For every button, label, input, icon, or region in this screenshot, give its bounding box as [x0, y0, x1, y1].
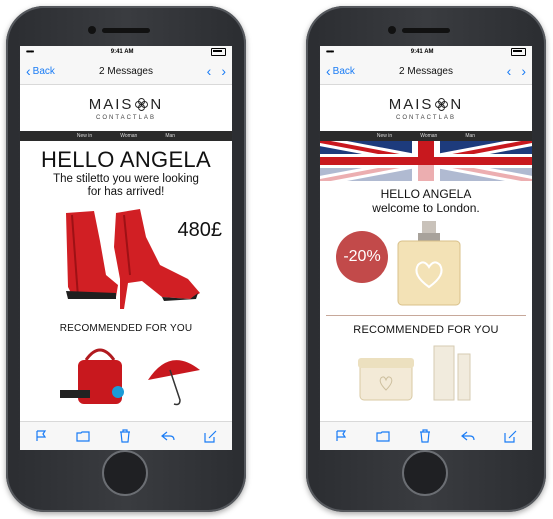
brand-sub: CONTACTLAB [96, 114, 156, 121]
signal-indicator: ••••• [26, 48, 34, 56]
menu-item-woman[interactable]: Woman [120, 133, 137, 139]
flag-icon[interactable] [35, 430, 47, 442]
brand-logo: MAIS N CONTACTLAB [20, 85, 232, 131]
discount-badge: -20% [336, 231, 388, 283]
reply-icon[interactable] [460, 430, 475, 442]
email-content-left: HELLO ANGELA The stiletto you were looki… [20, 141, 232, 409]
headline: HELLO ANGELA [41, 147, 211, 172]
subline: welcome to London. [372, 201, 480, 215]
chevron-down-icon[interactable]: › [221, 63, 226, 79]
menu-item-new-in[interactable]: New in [77, 133, 92, 139]
red-shoes-image [66, 209, 200, 309]
brand-name-left: MAIS [388, 95, 434, 113]
compose-icon[interactable] [204, 430, 217, 443]
divider [326, 315, 526, 316]
recommended-products [60, 348, 200, 406]
red-umbrella-icon [148, 360, 200, 406]
brand-name-left: MAIS [88, 95, 134, 113]
cream-jar-icon [358, 358, 414, 401]
menu-item-man[interactable]: Man [165, 133, 175, 139]
flag-icon[interactable] [335, 430, 347, 442]
lotion-tube-icon [433, 345, 471, 401]
brand-logo: MAIS N CONTACTLAB [320, 85, 532, 131]
trash-icon[interactable] [419, 429, 431, 443]
message: The stiletto you were looking for has ar… [53, 173, 199, 198]
nav-bar: ‹ Back 2 Messages ‹ › [320, 58, 532, 85]
email-content-right: HELLO ANGELA welcome to London. -20% REC… [320, 141, 532, 409]
chevron-down-icon[interactable]: › [521, 63, 526, 79]
reply-icon[interactable] [160, 430, 175, 442]
mail-toolbar [320, 421, 532, 450]
back-button[interactable]: ‹ Back [26, 63, 55, 79]
headline: HELLO ANGELA [380, 187, 472, 201]
menu-item-woman[interactable]: Woman [420, 133, 437, 139]
screen-right: ••••• 9:41 AM ‹ Back 2 Messages ‹ › MAIS… [320, 46, 532, 450]
back-button[interactable]: ‹ Back [326, 63, 355, 79]
back-label: Back [32, 65, 55, 77]
battery-icon [511, 48, 526, 56]
red-bag-icon [60, 348, 124, 404]
speaker [102, 28, 150, 33]
status-bar: ••••• 9:41 AM [20, 46, 232, 58]
phone-left: ••••• 9:41 AM ‹ Back 2 Messages ‹ › MAIS… [6, 6, 246, 512]
flower-icon [135, 97, 149, 111]
home-button[interactable] [402, 450, 448, 496]
folder-icon[interactable] [76, 430, 90, 442]
chevron-left-icon: ‹ [26, 63, 31, 79]
recommended-title: RECOMMENDED FOR YOU [353, 324, 499, 336]
battery-icon [211, 48, 226, 56]
status-bar: ••••• 9:41 AM [320, 46, 532, 58]
trash-icon[interactable] [119, 429, 131, 443]
email-menu: New in Woman Man [20, 131, 232, 141]
flower-icon [435, 97, 449, 111]
brand-name-right: N [150, 95, 164, 113]
back-label: Back [332, 65, 355, 77]
recommended-products [358, 345, 471, 401]
recommended-title: RECOMMENDED FOR YOU [59, 323, 193, 334]
chevron-up-icon[interactable]: ‹ [207, 63, 212, 79]
mail-toolbar [20, 421, 232, 450]
screen-left: ••••• 9:41 AM ‹ Back 2 Messages ‹ › MAIS… [20, 46, 232, 450]
brand-name-right: N [450, 95, 464, 113]
compose-icon[interactable] [504, 430, 517, 443]
phone-right: ••••• 9:41 AM ‹ Back 2 Messages ‹ › MAIS… [306, 6, 546, 512]
price: 480£ [177, 219, 223, 241]
nav-bar: ‹ Back 2 Messages ‹ › [20, 58, 232, 85]
union-jack-banner [320, 141, 532, 181]
discount-label: -20% [343, 248, 381, 265]
folder-icon[interactable] [376, 430, 390, 442]
brand-sub: CONTACTLAB [396, 114, 456, 121]
menu-item-new-in[interactable]: New in [377, 133, 392, 139]
chevron-up-icon[interactable]: ‹ [507, 63, 512, 79]
signal-indicator: ••••• [326, 48, 334, 56]
chevron-left-icon: ‹ [326, 63, 331, 79]
menu-item-man[interactable]: Man [465, 133, 475, 139]
email-menu: New in Woman Man [320, 131, 532, 141]
status-time: 9:41 AM [410, 49, 434, 55]
camera [388, 26, 396, 34]
status-time: 9:41 AM [110, 49, 134, 55]
camera [88, 26, 96, 34]
speaker [402, 28, 450, 33]
home-button[interactable] [102, 450, 148, 496]
